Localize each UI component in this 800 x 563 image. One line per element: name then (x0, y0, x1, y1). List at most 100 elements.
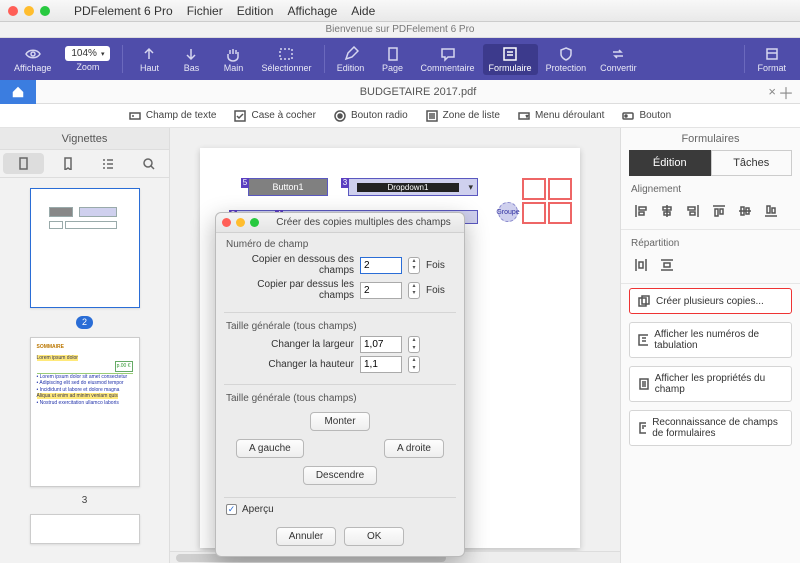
window-traffic-lights[interactable] (8, 6, 50, 16)
action-show-field-props[interactable]: Afficher les propriétés du champ (629, 366, 792, 402)
document-tab[interactable]: BUDGETAIRE 2017.pdf (360, 86, 477, 98)
left-tab-outline[interactable] (88, 150, 129, 177)
tool-view-label: Affichage (14, 63, 51, 73)
action-create-copies-label: Créer plusieurs copies... (656, 296, 764, 307)
menu-view[interactable]: Affichage (287, 4, 337, 18)
tool-hand[interactable]: Main (213, 44, 253, 75)
tool-convert[interactable]: Convertir (594, 44, 643, 75)
align-top-icon[interactable] (709, 201, 729, 221)
tool-page[interactable]: Page (373, 44, 413, 75)
home-button[interactable] (0, 80, 36, 104)
change-width-input[interactable] (360, 336, 402, 353)
left-panel-tabs (0, 150, 169, 178)
change-height-stepper[interactable]: ▴▾ (408, 356, 420, 373)
menu-file[interactable]: Fichier (187, 4, 223, 18)
dialog-close-dot[interactable] (222, 218, 231, 227)
align-center-v-icon[interactable] (735, 201, 755, 221)
menu-help[interactable]: Aide (351, 4, 375, 18)
copies-above-stepper[interactable]: ▴▾ (408, 282, 420, 299)
left-tab-thumb[interactable] (3, 153, 44, 174)
tab-edition[interactable]: Édition (629, 150, 711, 176)
field-group-badge[interactable]: Groupe (498, 202, 518, 222)
cancel-button[interactable]: Annuler (276, 527, 336, 546)
copy-preview-box (548, 202, 572, 224)
home-icon (11, 85, 25, 99)
right-panel-title: Formulaires (621, 128, 800, 150)
thumbnail-page-2[interactable] (30, 188, 140, 308)
left-tab-bookmark[interactable] (47, 150, 88, 177)
button-icon (622, 110, 634, 122)
formtool-checkbox[interactable]: Case à cocher (234, 110, 315, 122)
dialog-titlebar[interactable]: Créer des copies multiples des champs (216, 213, 464, 233)
tool-zoom[interactable]: 104%▾ Zoom (59, 44, 116, 74)
formtool-dropdown[interactable]: Menu déroulant (518, 110, 605, 122)
zoom-value-box[interactable]: 104%▾ (65, 46, 110, 61)
dialog-zoom-dot[interactable] (250, 218, 259, 227)
tool-select[interactable]: Sélectionner (255, 44, 317, 75)
preview-checkbox[interactable]: ✓ (226, 504, 237, 515)
tool-format[interactable]: Format (751, 44, 792, 75)
copies-below-stepper[interactable]: ▴▾ (408, 257, 420, 274)
tool-view[interactable]: Affichage (8, 44, 57, 75)
tool-down[interactable]: Bas (171, 44, 211, 75)
formtool-button-label: Bouton (639, 110, 671, 121)
align-bottom-icon[interactable] (761, 201, 781, 221)
tool-comment-label: Commentaire (421, 63, 475, 73)
action-create-multiple-copies[interactable]: Créer plusieurs copies... (629, 288, 792, 314)
minimize-dot[interactable] (24, 6, 34, 16)
formtool-textfield[interactable]: Champ de texte (129, 110, 217, 122)
tool-form[interactable]: Formulaire (483, 44, 538, 75)
field-dropdown1-label: Dropdown1 (357, 183, 459, 192)
btn-right[interactable]: A droite (384, 439, 444, 458)
action-form-recognition[interactable]: Reconnaissance de champs de formulaires (629, 410, 792, 446)
close-tab-icon[interactable]: × (768, 84, 776, 99)
btn-down[interactable]: Descendre (303, 466, 377, 485)
field-tag: 3 (341, 178, 349, 188)
copy-preview-box (522, 178, 546, 200)
field-dropdown1[interactable]: 3 Dropdown1 ▾ (348, 178, 478, 196)
change-height-input[interactable] (360, 356, 402, 373)
thumbnail-page-3[interactable]: SOMMAIRE Lorem ipsum dolor p.00 € • Lore… (30, 337, 140, 487)
zoom-dot[interactable] (40, 6, 50, 16)
copies-below-input[interactable] (360, 257, 402, 274)
tool-up[interactable]: Haut (129, 44, 169, 75)
tab-tasks[interactable]: Tâches (711, 150, 793, 176)
formtool-radio[interactable]: Bouton radio (334, 110, 408, 122)
dialog-title: Créer des copies multiples des champs (269, 217, 458, 228)
preview-checkbox-row[interactable]: ✓ Aperçu (216, 500, 464, 523)
tool-comment[interactable]: Commentaire (415, 44, 481, 75)
tool-edit[interactable]: Edition (331, 44, 371, 75)
btn-left[interactable]: A gauche (236, 439, 304, 458)
tool-protect[interactable]: Protection (540, 44, 593, 75)
thumbnails-list[interactable]: 2 SOMMAIRE Lorem ipsum dolor p.00 € • Lo… (0, 178, 169, 563)
copies-above-input[interactable] (360, 282, 402, 299)
shield-icon (558, 46, 574, 62)
thumbnail-page-2-badge: 2 (30, 316, 140, 329)
distribute-v-icon[interactable] (657, 255, 677, 275)
create-copies-dialog: Créer des copies multiples des champs Nu… (215, 212, 465, 557)
copies-above-label: Copier par dessus les champs (226, 279, 354, 301)
tab-order-icon (638, 334, 648, 346)
formtool-listbox[interactable]: Zone de liste (426, 110, 500, 122)
new-tab-icon[interactable]: ＋ (778, 80, 794, 104)
dropdown-icon (518, 110, 530, 122)
align-right-icon[interactable] (683, 201, 703, 221)
distribute-h-icon[interactable] (631, 255, 651, 275)
thumbnail-page-4[interactable] (30, 514, 140, 544)
app-name[interactable]: PDFelement 6 Pro (74, 4, 173, 18)
action-show-tab-order[interactable]: Afficher les numéros de tabulation (629, 322, 792, 358)
btn-up[interactable]: Monter (310, 412, 370, 431)
close-dot[interactable] (8, 6, 18, 16)
window-titlebar: PDFelement 6 Pro Fichier Edition Afficha… (0, 0, 800, 22)
outline-icon (101, 157, 114, 170)
align-center-h-icon[interactable] (657, 201, 677, 221)
formtool-button[interactable]: Bouton (622, 110, 671, 122)
field-button1[interactable]: 5 Button1 (248, 178, 328, 196)
recognition-icon (638, 422, 646, 434)
dialog-min-dot[interactable] (236, 218, 245, 227)
menu-edit[interactable]: Edition (237, 4, 274, 18)
change-width-stepper[interactable]: ▴▾ (408, 336, 420, 353)
align-left-icon[interactable] (631, 201, 651, 221)
left-tab-search[interactable] (128, 150, 169, 177)
ok-button[interactable]: OK (344, 527, 404, 546)
